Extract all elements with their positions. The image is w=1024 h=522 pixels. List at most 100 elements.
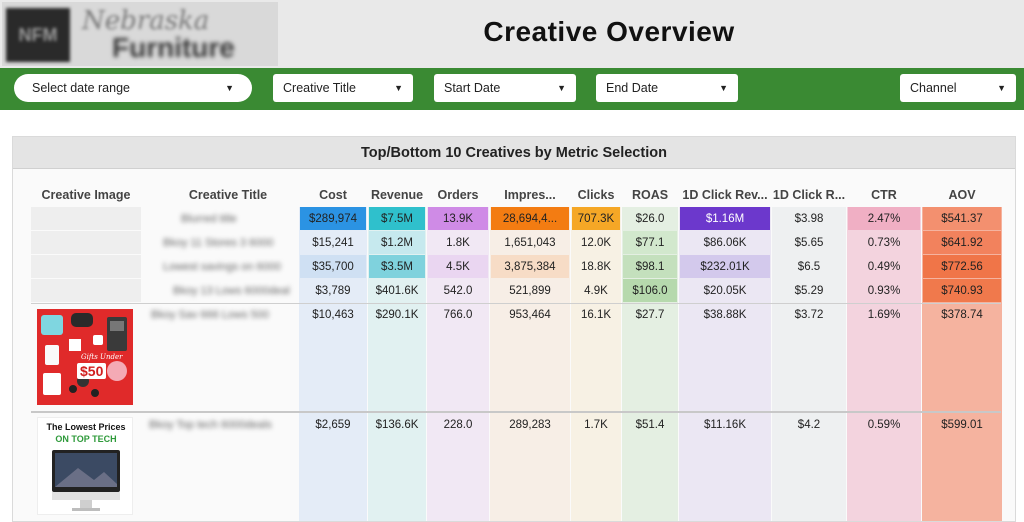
gifts-under-text: Gifts Under bbox=[81, 353, 123, 361]
end-date-select[interactable]: End Date ▼ bbox=[596, 74, 738, 102]
clicks-cell: 4.9K bbox=[584, 284, 608, 297]
start-date-select[interactable]: Start Date ▼ bbox=[434, 74, 576, 102]
impressions-cell: 3,875,384 bbox=[491, 255, 569, 278]
channel-label: Channel bbox=[910, 81, 957, 95]
ctr-cell: 0.59% bbox=[867, 418, 901, 431]
rpc1d-cell: $4.2 bbox=[797, 418, 821, 431]
monitor-icon bbox=[52, 450, 120, 511]
col-header-cost[interactable]: Cost bbox=[299, 188, 367, 202]
cost-cell: $289,974 bbox=[300, 207, 366, 230]
cost-cell: $2,659 bbox=[315, 418, 351, 431]
col-header-clicks[interactable]: Clicks bbox=[571, 188, 621, 202]
creatives-table: Top/Bottom 10 Creatives by Metric Select… bbox=[12, 136, 1016, 522]
orders-cell: 13.9K bbox=[428, 207, 488, 230]
col-header-revenue[interactable]: Revenue bbox=[368, 188, 426, 202]
creative-title-label: Creative Title bbox=[283, 81, 356, 95]
col-header-orders[interactable]: Orders bbox=[427, 188, 489, 202]
roas-cell: $98.1 bbox=[623, 255, 677, 278]
creative-title-cell[interactable]: Bkoy Top tech 6000deals bbox=[149, 419, 272, 431]
roas-cell: $26.0 bbox=[635, 212, 665, 225]
creative-image-placeholder bbox=[31, 207, 141, 230]
price-badge: $50 bbox=[77, 363, 107, 379]
col-header-creative-title[interactable]: Creative Title bbox=[163, 188, 293, 202]
lowest-prices-text: The Lowest Prices bbox=[46, 422, 126, 432]
orders-cell: 228.0 bbox=[443, 418, 473, 431]
header-bar: NFM Nebraska Furniture Mart Creative Ove… bbox=[0, 0, 1024, 68]
rpc1d-cell: $3.98 bbox=[794, 212, 824, 225]
aov-cell: $772.56 bbox=[923, 255, 1001, 278]
aov-cell: $740.93 bbox=[923, 279, 1001, 302]
cost-cell: $3,789 bbox=[315, 284, 351, 297]
caret-down-icon: ▼ bbox=[997, 83, 1006, 93]
col-header-aov[interactable]: AOV bbox=[922, 188, 1002, 202]
creative-title-cell[interactable]: Bkoy 11 Stores 3 6000 bbox=[163, 237, 273, 249]
channel-select[interactable]: Channel ▼ bbox=[900, 74, 1016, 102]
rpc1d-cell: $3.72 bbox=[794, 308, 824, 321]
col-header-creative-image[interactable]: Creative Image bbox=[31, 188, 141, 202]
rev1d-cell: $86.06K bbox=[703, 236, 747, 249]
rpc1d-cell: $5.29 bbox=[794, 284, 824, 297]
impressions-cell: 953,464 bbox=[509, 308, 551, 321]
col-header-impressions[interactable]: Impres... bbox=[490, 188, 570, 202]
creative-title-cell[interactable]: Bkoy Sav 666 Lows 500 bbox=[151, 309, 269, 321]
creative-title-select[interactable]: Creative Title ▼ bbox=[273, 74, 413, 102]
creative-image-placeholder bbox=[31, 231, 141, 254]
rev1d-cell: $38.88K bbox=[703, 308, 747, 321]
creative-image-top-tech[interactable]: The Lowest Prices ON TOP TECH bbox=[37, 417, 133, 515]
creative-image-gifts[interactable]: Gifts Under $50 bbox=[37, 309, 133, 405]
aov-cell: $541.37 bbox=[923, 207, 1001, 230]
aov-cell: $599.01 bbox=[941, 418, 983, 431]
impressions-cell: 28,694,4... bbox=[491, 207, 569, 230]
filter-bar: Select date range ▼ Creative Title ▼ Sta… bbox=[0, 68, 1024, 110]
ctr-cell: 0.93% bbox=[867, 284, 901, 297]
revenue-cell: $3.5M bbox=[369, 255, 425, 278]
col-header-1d-click-revenue[interactable]: 1D Click Rev... bbox=[679, 188, 771, 202]
rpc1d-cell: $6.5 bbox=[797, 260, 821, 273]
revenue-cell: $136.6K bbox=[375, 418, 419, 431]
roas-cell: $106.0 bbox=[623, 279, 677, 302]
creative-title-cell[interactable]: Lowest savings on 6000 bbox=[163, 261, 281, 273]
roas-cell: $51.4 bbox=[635, 418, 665, 431]
revenue-cell: $290.1K bbox=[375, 308, 419, 321]
orders-cell: 542.0 bbox=[443, 284, 473, 297]
end-date-label: End Date bbox=[606, 81, 659, 95]
cost-cell: $15,241 bbox=[312, 236, 354, 249]
ctr-cell: 0.49% bbox=[867, 260, 901, 273]
cost-cell: $35,700 bbox=[300, 255, 366, 278]
impressions-cell: 521,899 bbox=[509, 284, 551, 297]
col-header-1d-click-rpc[interactable]: 1D Click R... bbox=[772, 188, 846, 202]
start-date-label: Start Date bbox=[444, 81, 501, 95]
creative-title-cell[interactable]: Bkoy 13 Lows 6000deal bbox=[173, 285, 290, 297]
clicks-cell: 16.1K bbox=[580, 308, 612, 321]
caret-down-icon: ▼ bbox=[719, 83, 728, 93]
col-header-roas[interactable]: ROAS bbox=[622, 188, 678, 202]
rev1d-cell: $1.16M bbox=[680, 207, 770, 230]
orders-cell: 766.0 bbox=[443, 308, 473, 321]
creative-title-cell[interactable]: Blurred title bbox=[181, 213, 237, 225]
aov-cell: $378.74 bbox=[941, 308, 983, 321]
col-header-ctr[interactable]: CTR bbox=[847, 188, 921, 202]
revenue-cell: $401.6K bbox=[375, 284, 419, 297]
roas-cell: $77.1 bbox=[623, 231, 677, 254]
orders-cell: 4.5K bbox=[428, 255, 488, 278]
caret-down-icon: ▼ bbox=[557, 83, 566, 93]
date-range-select[interactable]: Select date range ▼ bbox=[14, 74, 252, 102]
page-title: Creative Overview bbox=[483, 16, 735, 47]
ctr-cell: 1.69% bbox=[867, 308, 901, 321]
clicks-cell: 18.8K bbox=[580, 260, 612, 273]
ctr-cell: 2.47% bbox=[848, 207, 920, 230]
rev1d-cell: $11.16K bbox=[704, 418, 746, 431]
rpc1d-cell: $5.65 bbox=[794, 236, 824, 249]
creative-image-placeholder bbox=[31, 279, 141, 302]
top-tech-text: ON TOP TECH bbox=[55, 434, 117, 444]
date-range-label: Select date range bbox=[32, 81, 130, 95]
aov-cell: $641.92 bbox=[923, 231, 1001, 254]
caret-down-icon: ▼ bbox=[225, 83, 234, 93]
revenue-cell: $7.5M bbox=[369, 207, 425, 230]
impressions-cell: 289,283 bbox=[509, 418, 551, 431]
impressions-cell: 1,651,043 bbox=[504, 236, 556, 249]
creative-image-placeholder bbox=[31, 255, 141, 278]
revenue-cell: $1.2M bbox=[369, 231, 425, 254]
roas-cell: $27.7 bbox=[635, 308, 665, 321]
cost-cell: $10,463 bbox=[312, 308, 354, 321]
